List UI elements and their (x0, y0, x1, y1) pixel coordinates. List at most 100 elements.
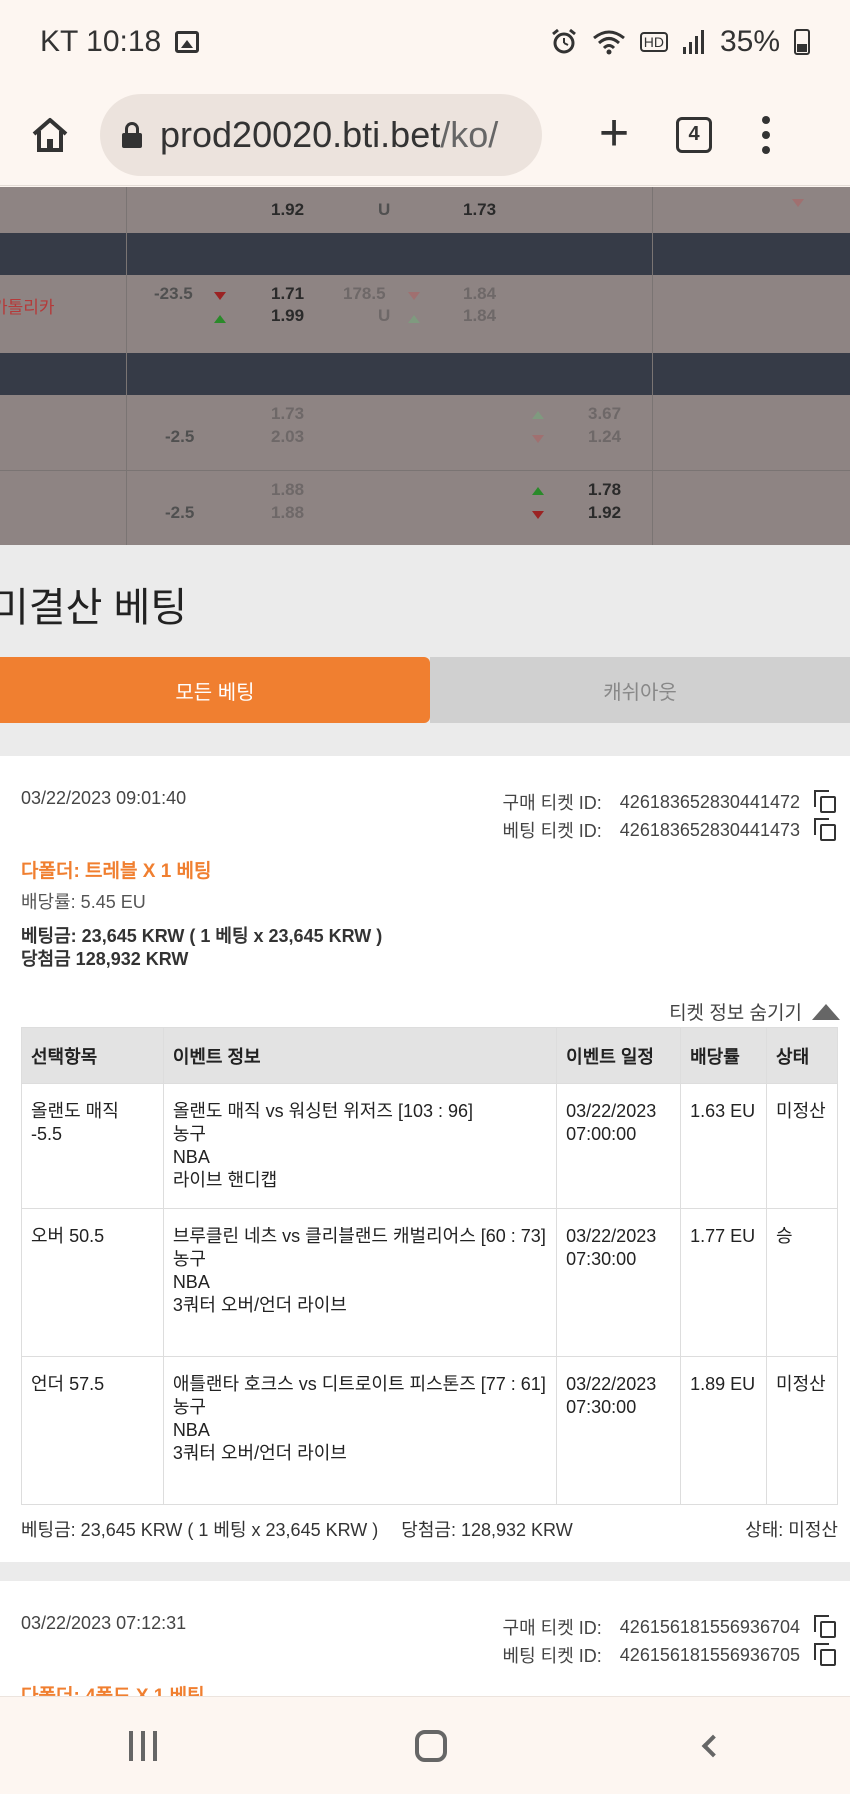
odds-row[interactable]: 가톨리카 -23.5 1.71 1.99 178.5 U 1.84 1.84 (0, 275, 850, 353)
odds-value[interactable]: 3.67 (588, 404, 621, 424)
event-league: NBA (172, 1272, 210, 1292)
event-match: 애틀랜타 호크스 vs 디트로이트 피스톤즈 [77 : 61] (172, 1374, 546, 1394)
summary-stake: 베팅금: 23,645 KRW ( 1 베팅 x 23,645 KRW ) (21, 1520, 379, 1540)
column-header-status: 상태 (766, 1027, 838, 1084)
odds-value[interactable]: 1.88 (271, 480, 304, 500)
bet-winnings: 당첨금 128,932 KRW (21, 949, 189, 969)
bet-ticket-label: 베팅 티켓 ID: (502, 1646, 602, 1666)
event-match: 올랜도 매직 vs 워싱턴 위저즈 [103 : 96] (172, 1101, 474, 1121)
odds-value[interactable]: 2.03 (271, 427, 304, 447)
ticket-ids: 구매 티켓 ID: 426183652830441472 베팅 티켓 ID: 4… (503, 788, 838, 844)
odds-value[interactable]: 1.92 (271, 200, 304, 220)
tab-switcher-button[interactable]: 4 (676, 116, 712, 153)
column-header-event: 이벤트 정보 (162, 1027, 558, 1084)
selection-cell: 오버 50.5 (21, 1208, 164, 1357)
odds-up-icon (408, 315, 420, 323)
odds-section-header (0, 353, 850, 395)
copy-icon[interactable] (814, 790, 838, 814)
purchase-ticket-id: 426156181556936704 (619, 1616, 800, 1637)
odds-section-header (0, 233, 850, 275)
purchase-ticket-label: 구매 티켓 ID: (502, 793, 602, 813)
column-divider (652, 187, 653, 545)
bet-type: 다폴더: 트레블 X 1 베팅 (21, 861, 212, 882)
url-path: /ko/ (440, 113, 499, 155)
alarm-icon (551, 28, 576, 54)
odds-row[interactable]: 1.88 -2.5 1.88 1.78 1.92 (0, 471, 850, 545)
under-label: U (378, 306, 391, 325)
wifi-icon (592, 30, 625, 55)
odds-down-icon (792, 199, 804, 207)
event-match: 브루클린 네츠 vs 클리블랜드 캐벌리어스 [60 : 73] (172, 1226, 546, 1246)
odds-value[interactable]: 1.78 (588, 480, 621, 500)
odds-value[interactable]: 1.84 (463, 284, 496, 304)
schedule-cell: 03/22/2023 07:30:00 (556, 1356, 682, 1505)
recent-apps-button[interactable] (129, 1730, 157, 1761)
event-market: 라이브 핸디캡 (172, 1170, 278, 1190)
event-league: NBA (172, 1147, 210, 1167)
odds-down-icon (532, 511, 544, 519)
page-title: 미결산 베팅 (0, 586, 188, 630)
ticket-ids: 구매 티켓 ID: 426156181556936704 베팅 티켓 ID: 4… (503, 1613, 838, 1669)
browser-menu-button[interactable] (756, 115, 776, 154)
browser-toolbar: prod20020.bti.bet/ko/ + 4 (0, 84, 850, 186)
copy-icon[interactable] (814, 818, 838, 842)
event-time: 07:30:00 (566, 1249, 637, 1269)
copy-icon[interactable] (814, 1643, 838, 1667)
odds-value[interactable]: 1.73 (271, 404, 304, 424)
home-button[interactable] (18, 103, 82, 167)
home-nav-button[interactable] (415, 1729, 447, 1762)
spread-value: -2.5 (165, 427, 195, 446)
odds-value[interactable]: 1.92 (588, 503, 621, 523)
total-value: 178.5 (343, 284, 386, 303)
event-date: 03/22/2023 (566, 1101, 657, 1121)
schedule-cell: 03/22/2023 07:30:00 (556, 1208, 682, 1357)
tab-cashout[interactable]: 캐쉬아웃 (430, 657, 850, 723)
odds-cell: 1.63 EU (680, 1083, 768, 1209)
odds-cell: 1.77 EU (680, 1208, 768, 1357)
image-notification-icon (175, 31, 200, 53)
odds-value[interactable]: 1.84 (463, 306, 496, 326)
copy-icon[interactable] (814, 1615, 838, 1639)
purchase-ticket-label: 구매 티켓 ID: (502, 1618, 602, 1638)
system-navigation-bar (0, 1696, 850, 1794)
odds-value[interactable]: 1.71 (271, 284, 304, 304)
summary-status: 상태: 미정산 (745, 1520, 838, 1540)
status-cell: 승 (766, 1208, 838, 1357)
odds-up-icon (214, 315, 226, 323)
odds-value[interactable]: 1.99 (271, 306, 304, 326)
purchase-ticket-id: 426183652830441472 (619, 791, 800, 812)
table-row: 올랜도 매직 -5.5 올랜도 매직 vs 워싱턴 위저즈 [103 : 96]… (21, 1083, 838, 1209)
table-header-row: 선택항목 이벤트 정보 이벤트 일정 배당률 상태 (21, 1027, 838, 1084)
odds-value[interactable]: 1.88 (271, 503, 304, 523)
odds-cell: 1.89 EU (680, 1356, 768, 1505)
odds-up-icon (532, 411, 544, 419)
selection-cell: 올랜도 매직 -5.5 (21, 1083, 164, 1209)
back-button[interactable] (701, 1734, 725, 1757)
tab-all-bets[interactable]: 모든 베팅 (0, 657, 430, 723)
hd-icon: HD (639, 32, 668, 52)
odds-value[interactable]: 1.24 (588, 427, 621, 447)
battery-percent: 35% (719, 25, 780, 58)
odds-up-icon (532, 487, 544, 495)
hide-ticket-info-toggle[interactable]: 티켓 정보 숨기기 (669, 998, 840, 1025)
spread-value: -23.5 (154, 284, 193, 303)
event-cell: 올랜도 매직 vs 워싱턴 위저즈 [103 : 96] 농구 NBA 라이브 … (162, 1083, 558, 1209)
event-time: 07:00:00 (566, 1124, 637, 1144)
event-time: 07:30:00 (566, 1397, 637, 1417)
odds-value[interactable]: 1.73 (463, 200, 496, 220)
odds-row[interactable]: 1.73 -2.5 2.03 3.67 1.24 (0, 395, 850, 471)
url-host: prod20020.bti.bet (160, 113, 441, 155)
schedule-cell: 03/22/2023 07:00:00 (556, 1083, 682, 1209)
bet-card: 03/22/2023 07:12:31 구매 티켓 ID: 4261561815… (0, 1581, 850, 1696)
spread-value: -2.5 (165, 503, 195, 522)
column-header-selection: 선택항목 (21, 1027, 164, 1084)
column-header-schedule: 이벤트 일정 (556, 1027, 682, 1084)
bet-summary: 베팅금: 23,645 KRW ( 1 베팅 x 23,645 KRW ) 당첨… (21, 1516, 838, 1542)
new-tab-button[interactable]: + (582, 103, 646, 167)
summary-winnings: 당첨금: 128,932 KRW (401, 1520, 573, 1540)
bet-date: 03/22/2023 09:01:40 (21, 788, 187, 808)
url-bar[interactable]: prod20020.bti.bet/ko/ (100, 93, 542, 176)
odds-row[interactable]: 1.92 U 1.73 (0, 187, 850, 233)
bet-ticket-label: 베팅 티켓 ID: (502, 821, 602, 841)
bet-type: 다폴더: 4폴드 X 1 베팅 (21, 1681, 205, 1696)
